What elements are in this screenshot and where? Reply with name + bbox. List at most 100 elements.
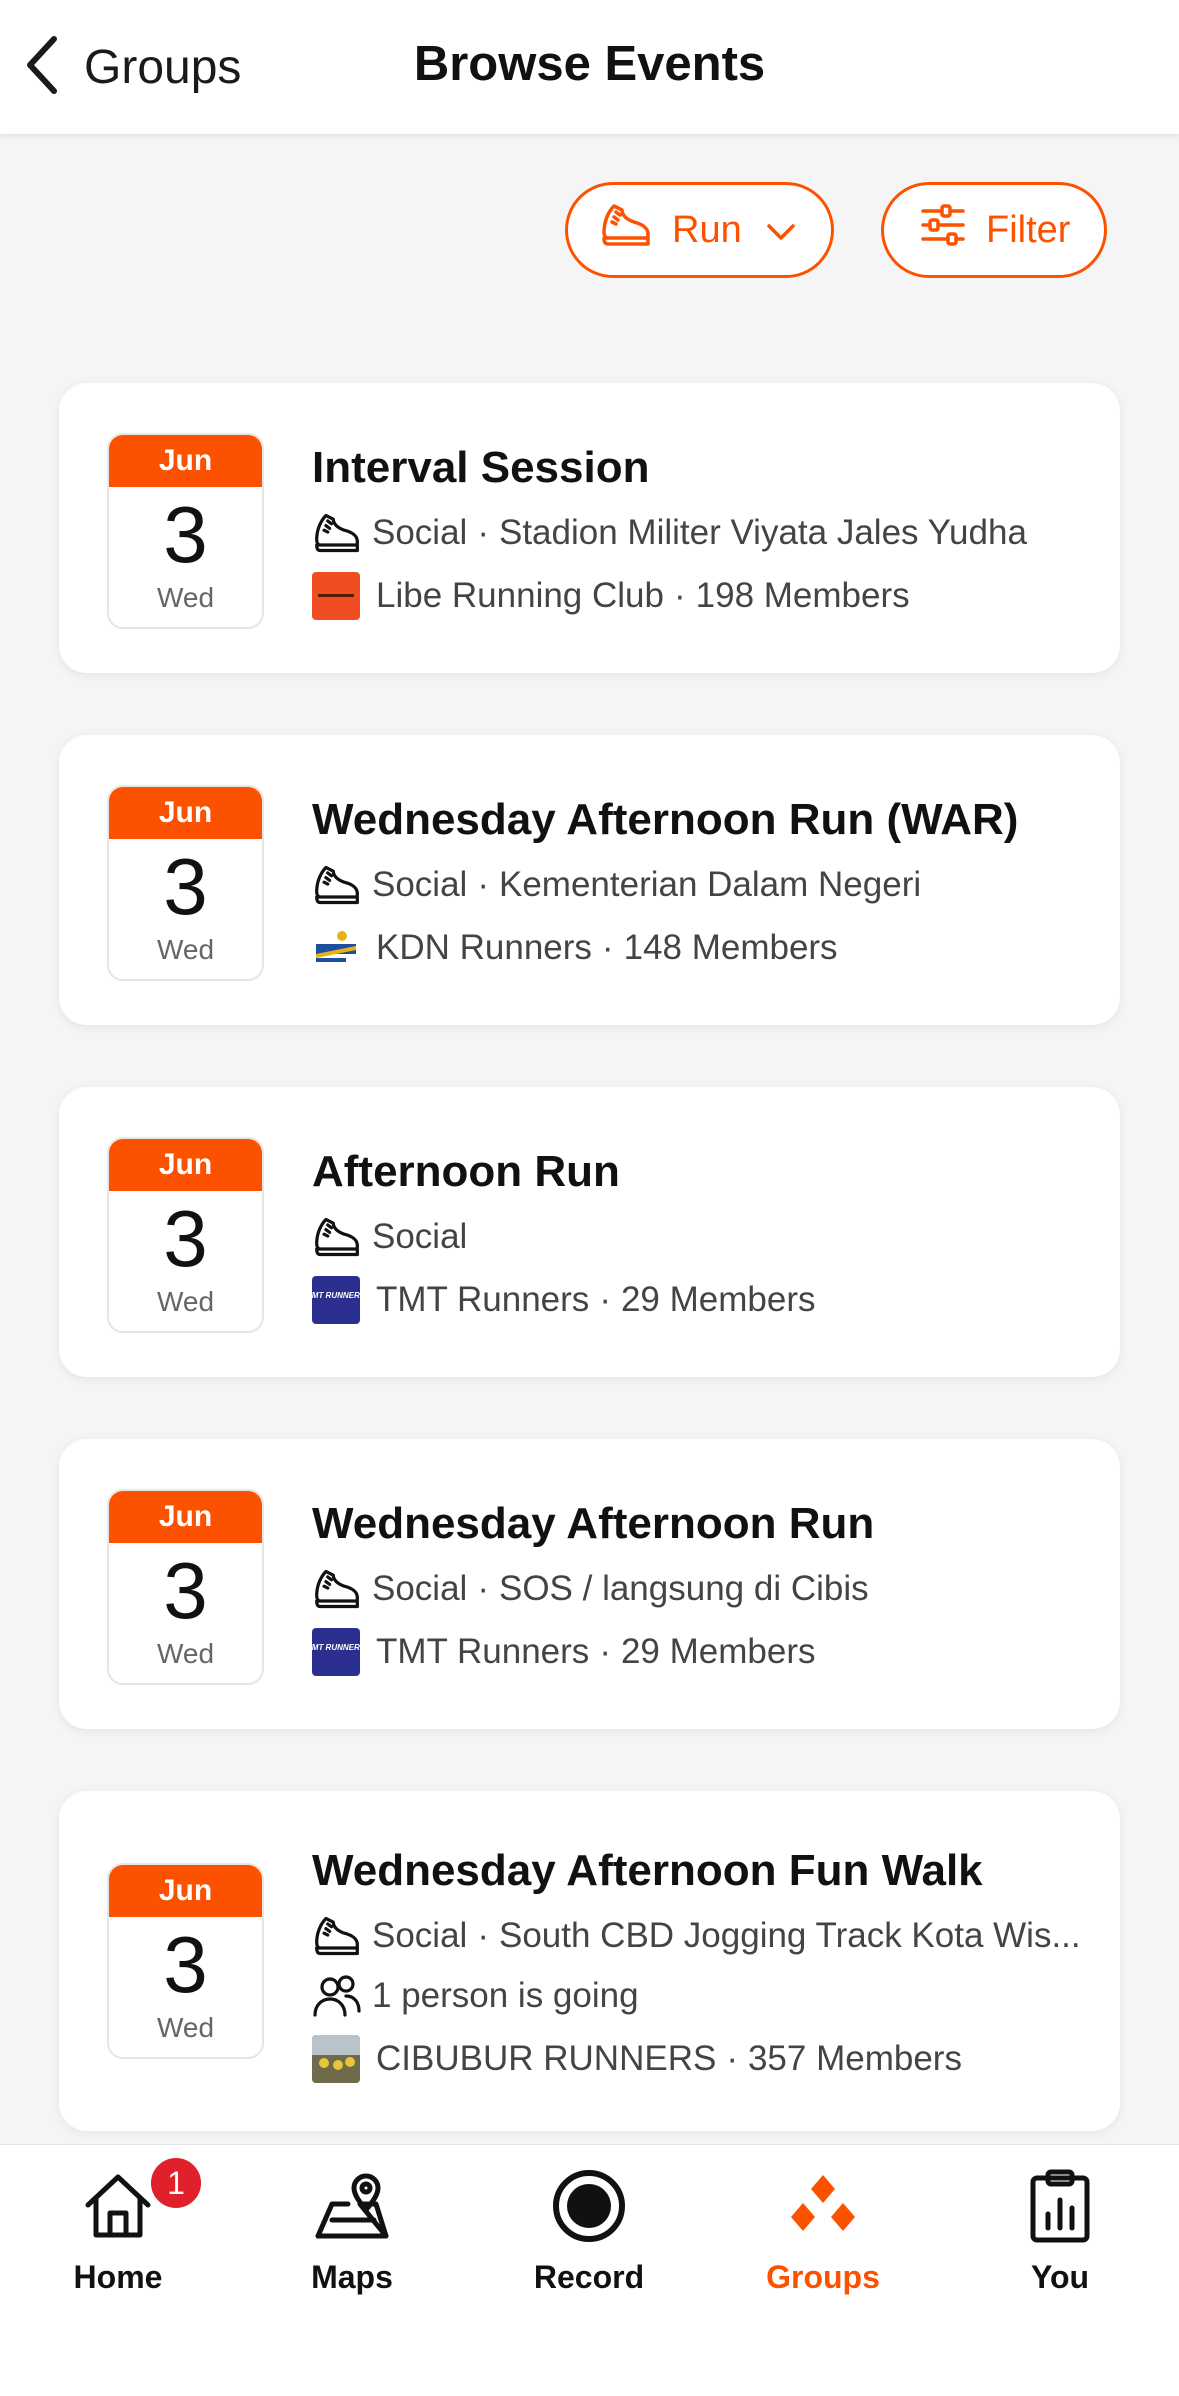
club-member-count: 357 Members [747, 2039, 962, 2078]
event-weekday: Wed [156, 582, 215, 613]
club-name: Libe Running Club [376, 576, 664, 615]
club-name: CIBUBUR RUNNERS [376, 2039, 717, 2078]
separator-dot: · [477, 1569, 489, 1608]
tab-maps[interactable]: Maps [262, 2163, 442, 2313]
event-type-location: Social · South CBD Jogging Track Kota Wi… [312, 1911, 1081, 1961]
event-club[interactable]: CIBUBUR RUNNERS · 357 Members [312, 2034, 962, 2084]
filter-button[interactable]: Filter [881, 182, 1107, 278]
club-name: TMT Runners [376, 1280, 590, 1319]
event-weekday: Wed [156, 934, 215, 965]
event-day: 3 [163, 490, 208, 579]
running-shoe-icon [312, 1212, 362, 1262]
event-location: Stadion Militer Viyata Jales Yudha [498, 513, 1027, 552]
sport-type-dropdown[interactable]: Run [565, 182, 834, 278]
separator-dot: · [726, 2039, 738, 2078]
event-day: 3 [163, 1194, 208, 1283]
event-month: Jun [109, 1139, 262, 1191]
event-card[interactable]: Jun 3 Wed Afternoon Run Social TMT RUNNE… [59, 1087, 1120, 1377]
event-month: Jun [109, 787, 262, 839]
record-icon [551, 2163, 627, 2249]
event-date-badge: Jun 3 Wed [107, 1863, 264, 2059]
event-card[interactable]: Jun 3 Wed Interval Session Social · Stad… [59, 383, 1120, 673]
map-pin-icon [314, 2163, 390, 2249]
running-shoe-icon [312, 1564, 362, 1614]
attendance-count: 1 person is going [372, 1976, 639, 2015]
event-weekday: Wed [156, 1286, 215, 1317]
event-day: 3 [163, 1546, 208, 1635]
event-card[interactable]: Jun 3 Wed Wednesday Afternoon Run Social… [59, 1439, 1120, 1729]
club-logo: TMT RUNNERS [312, 1276, 360, 1324]
top-nav-bar: Groups Browse Events [0, 0, 1179, 134]
tab-record[interactable]: Record [499, 2163, 679, 2313]
event-weekday: Wed [156, 1638, 215, 1669]
notification-badge: 1 [148, 2155, 204, 2211]
home-icon: 1 [82, 2155, 204, 2249]
event-day: 3 [163, 1920, 208, 2009]
running-shoe-icon [312, 860, 362, 910]
club-name: KDN Runners [376, 928, 592, 967]
sport-type-label: Run [672, 208, 742, 251]
people-icon [312, 1971, 362, 2021]
separator-dot: · [477, 1916, 489, 1955]
event-date-badge: Jun 3 Wed [107, 1137, 264, 1333]
tab-home[interactable]: 1 Home [28, 2155, 208, 2313]
event-month: Jun [109, 1865, 262, 1917]
groups-icon [783, 2163, 863, 2249]
club-logo: TMT RUNNERS [312, 1628, 360, 1676]
event-date-badge: Jun 3 Wed [107, 433, 264, 629]
club-logo [312, 2035, 360, 2083]
event-title: Wednesday Afternoon Run [312, 1499, 875, 1548]
event-club[interactable]: Libe Running Club · 198 Members [312, 571, 910, 621]
event-title: Afternoon Run [312, 1147, 620, 1196]
event-title: Wednesday Afternoon Fun Walk [312, 1846, 983, 1895]
event-day: 3 [163, 842, 208, 931]
running-shoe-icon [312, 1911, 362, 1961]
bottom-tab-bar: 1 Home Maps Record Groups You [0, 2144, 1179, 2396]
event-location: SOS / langsung di Cibis [498, 1569, 869, 1608]
event-card[interactable]: Jun 3 Wed Wednesday Afternoon Run (WAR) … [59, 735, 1120, 1025]
club-logo [312, 924, 360, 972]
running-shoe-icon [600, 202, 652, 258]
club-logo-text: TMT RUNNERS [312, 1643, 360, 1652]
event-date-badge: Jun 3 Wed [107, 785, 264, 981]
event-type: Social [372, 1217, 468, 1256]
tab-record-label: Record [533, 2259, 645, 2295]
running-shoe-icon [312, 508, 362, 558]
event-club[interactable]: TMT RUNNERS TMT Runners · 29 Members [312, 1275, 816, 1325]
event-type-location: Social · Stadion Militer Viyata Jales Yu… [312, 508, 1027, 558]
separator-dot: · [599, 1280, 611, 1319]
event-type-location: Social · Kementerian Dalam Negeri [312, 860, 921, 910]
event-weekday: Wed [156, 2012, 215, 2043]
tab-you[interactable]: You [970, 2163, 1150, 2313]
event-month: Jun [109, 435, 262, 487]
tab-groups[interactable]: Groups [733, 2163, 913, 2313]
club-logo [312, 572, 360, 620]
tab-home-label: Home [73, 2259, 163, 2295]
club-member-count: 148 Members [623, 928, 838, 967]
event-attendance: 1 person is going [312, 1971, 639, 2021]
separator-dot: · [477, 513, 489, 552]
sliders-icon [920, 204, 966, 256]
event-type-location: Social · SOS / langsung di Cibis [312, 1564, 869, 1614]
event-card[interactable]: Jun 3 Wed Wednesday Afternoon Fun Walk S… [59, 1791, 1120, 2131]
event-type: Social [372, 865, 468, 904]
club-member-count: 198 Members [695, 576, 910, 615]
event-title: Wednesday Afternoon Run (WAR) [312, 795, 1019, 844]
event-club[interactable]: KDN Runners · 148 Members [312, 923, 838, 973]
event-title: Interval Session [312, 443, 650, 492]
event-location: South CBD Jogging Track Kota Wis... [498, 1916, 1081, 1955]
filter-bar: Run Filter [0, 182, 1179, 278]
event-club[interactable]: TMT RUNNERS TMT Runners · 29 Members [312, 1627, 816, 1677]
chevron-down-icon [766, 209, 796, 252]
club-member-count: 29 Members [620, 1632, 816, 1671]
separator-dot: · [599, 1632, 611, 1671]
tab-groups-label: Groups [766, 2259, 880, 2295]
separator-dot: · [477, 865, 489, 904]
event-type-location: Social [312, 1212, 467, 1262]
event-type: Social [372, 1569, 468, 1608]
club-name: TMT Runners [376, 1632, 590, 1671]
club-logo-text: TMT RUNNERS [312, 1291, 360, 1300]
event-month: Jun [109, 1491, 262, 1543]
separator-dot: · [601, 928, 614, 967]
event-date-badge: Jun 3 Wed [107, 1489, 264, 1685]
